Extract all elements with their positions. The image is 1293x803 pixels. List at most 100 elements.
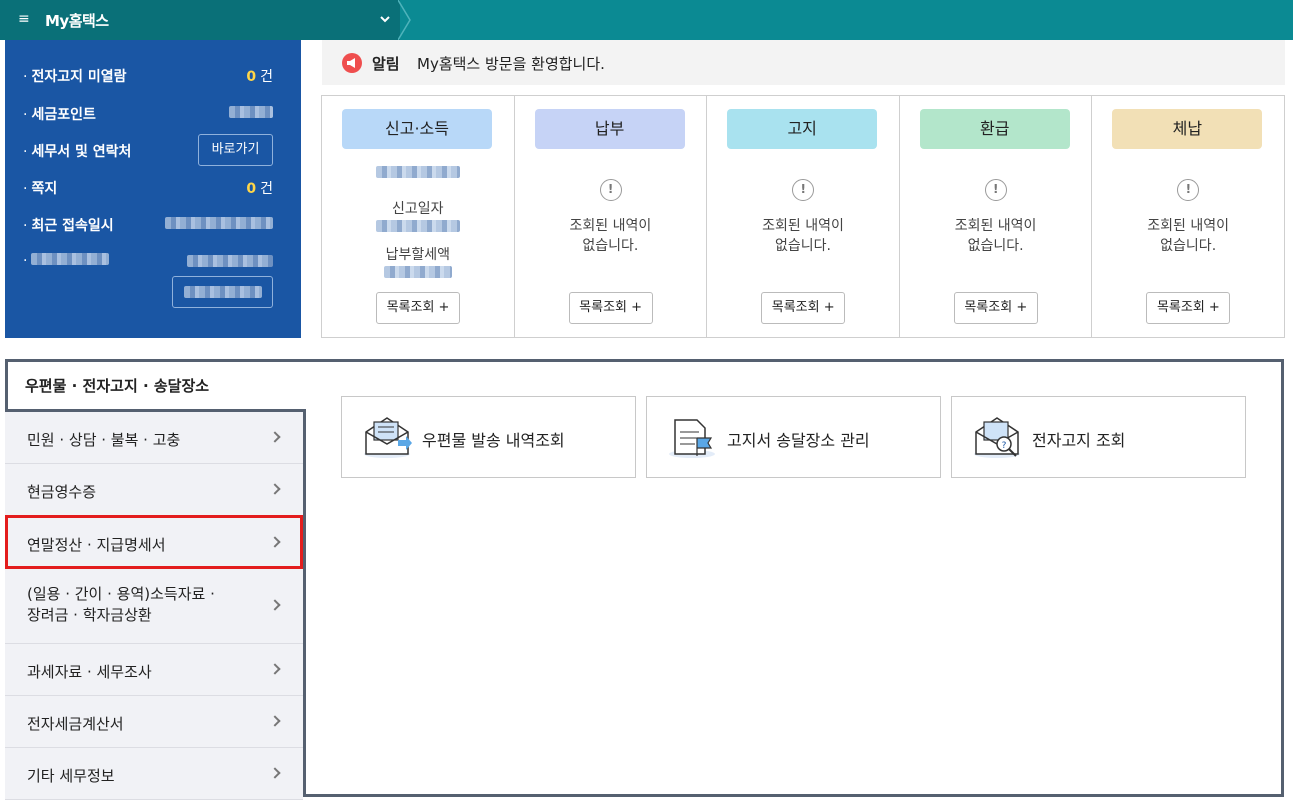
card-payment: 납부 ! 조회된 내역이 없습니다. 목록조회 + [515,96,708,337]
card-title[interactable]: 신고·소득 [342,109,492,149]
side-item-label: (일용 · 간이 · 용역)소득자료 · [27,585,215,603]
list-view-button[interactable]: 목록조회 + [1146,292,1231,324]
chevron-right-icon [269,431,281,443]
side-item-label: 민원 · 상담 · 불복 · 고충 [27,431,181,449]
card-title[interactable]: 납부 [534,109,685,149]
card-arrears: 체납 ! 조회된 내역이 없습니다. 목록조회 + [1092,96,1284,337]
report-date-label: 신고일자 [392,201,444,217]
side-item-label: 과세자료 · 세무조사 [27,663,152,681]
info-icon: ! [1177,179,1200,201]
app-title[interactable]: My홈택스 [45,10,109,31]
card-notice: 고지 ! 조회된 내역이 없습니다. 목록조회 + [707,96,900,337]
empty-line: 없습니다. [1160,238,1217,254]
info-icon: ! [984,179,1007,201]
last-login-row: · 최근 접속일시 [23,218,114,234]
user-info-panel: · 전자고지 미열람 0건 · 세금포인트 · 세무서 및 연락처 바로가기 · 쪽지 … [5,40,301,338]
tax-point-row: · 세금포인트 [23,107,96,123]
empty-line: 조회된 내역이 [569,218,652,234]
masked-value [322,220,514,236]
unread-e-notice-count[interactable]: 0건 [246,66,273,86]
count-unit: 건 [260,69,273,85]
list-view-button[interactable]: 목록조회 + [568,292,653,324]
empty-message: 조회된 내역이 없습니다. [900,216,1092,256]
info-icon: ! [792,179,815,201]
chevron-right-icon [269,483,281,495]
chevron-down-icon[interactable] [378,12,392,26]
tab-title: 우편물 · 전자고지 · 송달장소 [25,377,210,395]
card-report-income: 신고·소득 신고일자 납부할세액 목록조회 + [322,96,515,337]
list-view-button[interactable]: 목록조회 + [376,292,460,324]
delivery-place-button[interactable]: 고지서 송달장소 관리 [646,396,941,478]
tax-point-value-masked [229,106,273,122]
empty-line: 없습니다. [774,238,831,254]
notice-bar: 알림 My홈택스 방문을 환영합니다. [322,40,1285,85]
tax-office-row: · 세무서 및 연락처 [23,144,132,160]
empty-line: 조회된 내역이 [762,218,844,234]
card-title[interactable]: 체납 [1112,109,1263,149]
last-login-label: 최근 접속일시 [31,218,114,234]
count-value: 0 [246,69,257,85]
count-value: 0 [246,181,257,197]
megaphone-icon [342,53,362,73]
unread-e-notice-label: 전자고지 미열람 [31,69,127,85]
side-item-civil-affairs[interactable]: 민원 · 상담 · 불복 · 고충 [5,412,303,464]
message-label: 쪽지 [31,181,58,197]
tax-office-label: 세무서 및 연락처 [31,144,132,160]
side-item-e-tax-invoice[interactable]: 전자세금계산서 [5,696,303,748]
empty-message: 조회된 내역이 없습니다. [1092,216,1284,256]
message-count[interactable]: 0건 [246,178,273,198]
card-title[interactable]: 고지 [727,109,878,149]
hamburger-icon[interactable]: ≡ [18,11,30,27]
breadcrumb-separator [398,0,411,40]
count-unit: 건 [260,181,273,197]
service-label: 우편물 발송 내역조회 [422,431,565,450]
side-item-label: 전자세금계산서 [27,715,124,733]
notice-text: My홈택스 방문을 환영합니다. [417,55,605,73]
masked-button[interactable] [172,276,273,308]
masked-value [322,266,514,282]
empty-line: 조회된 내역이 [1147,218,1230,234]
side-item-label: 연말정산 · 지급명세서 [27,536,166,554]
chevron-right-icon [269,715,281,727]
chevron-right-icon [269,663,281,675]
side-item-year-end-settlement[interactable]: 연말정산 · 지급명세서 [5,515,303,569]
side-menu: 민원 · 상담 · 불복 · 고충 현금영수증 연말정산 · 지급명세서 (일용… [5,409,303,800]
side-item-tax-audit[interactable]: 과세자료 · 세무조사 [5,644,303,696]
goto-button[interactable]: 바로가기 [198,134,273,166]
svg-text:?: ? [1002,441,1007,451]
chevron-right-icon [269,599,281,611]
masked-row: · [23,253,110,269]
service-label: 전자고지 조회 [1032,431,1126,450]
mail-search-icon: ? [974,417,1020,458]
list-view-button[interactable]: 목록조회 + [761,292,846,324]
document-flag-icon [669,419,715,458]
masked-value [187,255,273,271]
side-item-other-tax-info[interactable]: 기타 세무정보 [5,748,303,800]
side-item-label: 기타 세무정보 [27,767,115,785]
service-label: 고지서 송달장소 관리 [727,431,870,450]
notice-label: 알림 [372,55,400,73]
empty-message: 조회된 내역이 없습니다. [707,216,899,256]
list-view-button[interactable]: 목록조회 + [953,292,1038,324]
card-refund: 환급 ! 조회된 내역이 없습니다. 목록조회 + [900,96,1093,337]
masked-value [322,166,514,182]
side-item-label: 현금영수증 [27,483,97,501]
mail-history-button[interactable]: 우편물 발송 내역조회 [341,396,636,478]
chevron-right-icon [269,767,281,779]
card-title[interactable]: 환급 [919,109,1070,149]
summary-cards: 신고·소득 신고일자 납부할세액 목록조회 + 납부 ! 조회된 내역이 없습니… [321,95,1285,338]
side-item-cash-receipt[interactable]: 현금영수증 [5,464,303,516]
side-item-income-data[interactable]: (일용 · 간이 · 용역)소득자료 · 장려금 · 학자금상환 [5,569,303,644]
empty-line: 없습니다. [967,238,1024,254]
chevron-right-icon [269,536,281,548]
tax-payable-label: 납부할세액 [385,247,450,263]
info-icon: ! [599,179,622,201]
unread-e-notice-row[interactable]: · 전자고지 미열람 [23,66,127,86]
empty-message: 조회된 내역이 없습니다. [515,216,707,256]
message-row[interactable]: · 쪽지 [23,178,57,198]
tab-connector [300,362,306,409]
last-login-value-masked [165,217,273,233]
side-item-label-line2: 장려금 · 학자금상환 [27,606,152,624]
e-notice-view-button[interactable]: ? 전자고지 조회 [951,396,1246,478]
empty-line: 없습니다. [582,238,639,254]
